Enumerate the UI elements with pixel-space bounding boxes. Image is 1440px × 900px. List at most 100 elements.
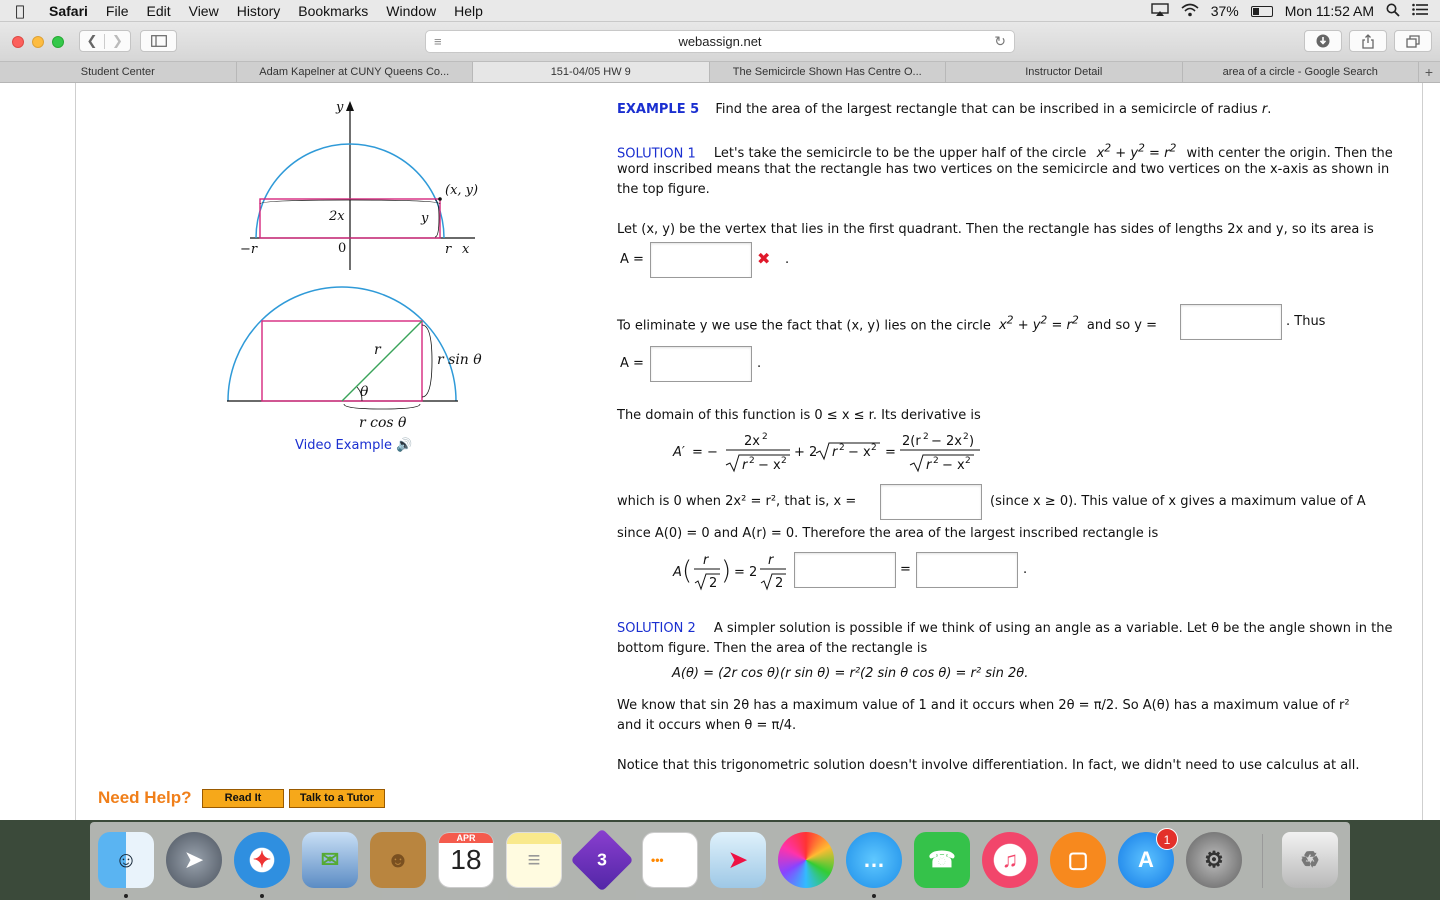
menu-help[interactable]: Help (445, 3, 492, 19)
r-label: r (445, 242, 452, 257)
menu-bookmarks[interactable]: Bookmarks (289, 3, 377, 19)
talk-to-tutor-button[interactable]: Talk to a Tutor (289, 789, 385, 808)
domain-sentence: The domain of this function is 0 ≤ x ≤ r… (617, 408, 981, 423)
reload-icon[interactable]: ↻ (994, 33, 1006, 50)
system-preferences-icon[interactable]: ⚙ (1186, 832, 1242, 888)
airplay-icon[interactable] (1151, 2, 1169, 20)
finder-icon[interactable]: ☺ (98, 832, 154, 888)
eliminate-text-a: To eliminate y we use the fact that (x, … (617, 318, 991, 334)
tab-hw9[interactable]: 151-04/05 HW 9 (473, 62, 710, 82)
url-text: webassign.net (678, 34, 762, 49)
read-it-button[interactable]: Read It (202, 789, 284, 808)
contacts-icon[interactable]: ☻ (370, 832, 426, 888)
address-bar[interactable]: ≡ webassign.net ↻ (425, 30, 1015, 53)
facetime-icon[interactable]: ☎ (914, 832, 970, 888)
y-answer-input[interactable] (1180, 304, 1282, 340)
svg-text:+ 2: + 2 (794, 445, 817, 460)
max-area-input-2[interactable] (916, 552, 1018, 588)
tab-instructor-detail[interactable]: Instructor Detail (946, 62, 1183, 82)
area-label-2: A = (620, 356, 644, 371)
battery-icon[interactable] (1250, 5, 1273, 17)
height-label: y (420, 211, 429, 226)
launchpad-icon[interactable]: ➤ (166, 832, 222, 888)
x-answer-input[interactable] (880, 484, 982, 520)
mail-icon[interactable]: ✉ (302, 832, 358, 888)
sidebar-toggle-button[interactable] (140, 30, 177, 52)
video-example-label: Video Example (295, 438, 392, 453)
minimize-window-button[interactable] (32, 35, 44, 48)
safari-icon[interactable]: ✦ (234, 832, 290, 888)
tab-overview-button[interactable] (1394, 30, 1432, 52)
solution1-label: SOLUTION 1 (617, 146, 696, 162)
maximum-sentence-1: We know that sin 2θ has a maximum value … (617, 698, 1350, 713)
solution1-text-a: Let's take the semicircle to be the uppe… (713, 146, 1087, 162)
menu-app-name[interactable]: Safari (40, 3, 97, 19)
max-area-input-1[interactable] (794, 552, 896, 588)
maximum-sentence-2: and it occurs when θ = π/4. (617, 718, 797, 733)
derivative-formula: A′ = − 2x 2 r 2− x2 + 2 r 2− x2 = 2(r 2− 2x 2… (672, 432, 980, 473)
video-example-link[interactable]: Video Example 🔊 (295, 438, 412, 453)
back-forward-group: ❮ ❯ (79, 30, 131, 52)
notes-icon[interactable]: ≡ (506, 832, 562, 888)
forward-button[interactable]: ❯ (105, 34, 130, 49)
area-label: A = (620, 252, 644, 267)
period-3: . (1023, 562, 1028, 577)
trash-icon[interactable]: ♻ (1282, 832, 1338, 888)
area-answer-input[interactable] (650, 242, 752, 278)
svg-text:− x: − x (848, 445, 871, 460)
itunes-icon[interactable]: ♫ (982, 832, 1038, 888)
messages-icon[interactable]: … (846, 832, 902, 888)
wifi-icon[interactable] (1181, 3, 1199, 20)
solution1-line3: the top figure. (617, 182, 710, 197)
apple-menu-icon[interactable]:  (0, 2, 40, 20)
svg-text:− x: − x (758, 458, 781, 473)
new-tab-button[interactable]: + (1419, 62, 1439, 82)
top-semicircle-figure: y x −r 0 r (x, y) 2x y (240, 100, 478, 270)
reader-icon[interactable]: ≡ (434, 34, 442, 49)
tab-student-center[interactable]: Student Center (0, 62, 237, 82)
notice-sentence: Notice that this trigonometric solution … (617, 758, 1360, 773)
area-function-input[interactable] (650, 346, 752, 382)
tab-google-search[interactable]: area of a circle - Google Search (1183, 62, 1419, 82)
menu-bar:  Safari File Edit View History Bookmark… (0, 0, 1440, 22)
svg-text:= −: = − (692, 445, 718, 460)
example-prompt: Find the area of the largest rectangle t… (715, 102, 1262, 117)
app-3-icon[interactable]: 3 (570, 828, 634, 892)
tabs-icon (1406, 34, 1420, 48)
maps-icon[interactable]: ➤ (710, 832, 766, 888)
svg-text:2: 2 (963, 432, 969, 442)
menu-file[interactable]: File (97, 3, 138, 19)
tab-semicircle[interactable]: The Semicircle Shown Has Centre O... (710, 62, 946, 82)
menu-clock[interactable]: Mon 11:52 AM (1285, 3, 1374, 19)
svg-text:r: r (703, 553, 710, 568)
max-area-formula: A ( r 2 ) = 2 r 2 (672, 553, 786, 591)
notification-center-icon[interactable] (1412, 3, 1428, 19)
svg-text:): ) (969, 434, 974, 449)
thus-label: . Thus (1286, 314, 1326, 329)
svg-text:2: 2 (749, 456, 755, 466)
spotlight-search-icon[interactable] (1386, 3, 1400, 20)
svg-text:2: 2 (933, 456, 939, 466)
share-button[interactable] (1349, 30, 1387, 52)
svg-text:= 2: = 2 (734, 565, 757, 580)
close-window-button[interactable] (12, 35, 24, 48)
menu-window[interactable]: Window (377, 3, 445, 19)
photos-icon[interactable] (778, 832, 834, 888)
downloads-button[interactable] (1304, 30, 1342, 52)
menu-view[interactable]: View (180, 3, 228, 19)
example-prompt-end: . (1267, 102, 1272, 117)
radius-label: r (374, 342, 382, 358)
ibooks-icon[interactable]: ▢ (1050, 832, 1106, 888)
page-content: y x −r 0 r (x, y) 2x y r θ r sin θ r cos… (0, 83, 1440, 820)
svg-text:2: 2 (775, 576, 783, 591)
reminders-icon[interactable]: ••• (642, 832, 698, 888)
calendar-icon[interactable]: APR 18 (438, 832, 494, 888)
zoom-window-button[interactable] (52, 35, 64, 48)
svg-text:A′: A′ (672, 445, 685, 460)
solution1-line1: SOLUTION 1 Let's take the semicircle to … (617, 142, 1393, 161)
back-button[interactable]: ❮ (80, 33, 106, 49)
menu-history[interactable]: History (228, 3, 290, 19)
menu-edit[interactable]: Edit (137, 3, 179, 19)
tab-adam-kapelner[interactable]: Adam Kapelner at CUNY Queens Co... (237, 62, 473, 82)
vertex-sentence: Let (x, y) be the vertex that lies in th… (617, 222, 1374, 237)
